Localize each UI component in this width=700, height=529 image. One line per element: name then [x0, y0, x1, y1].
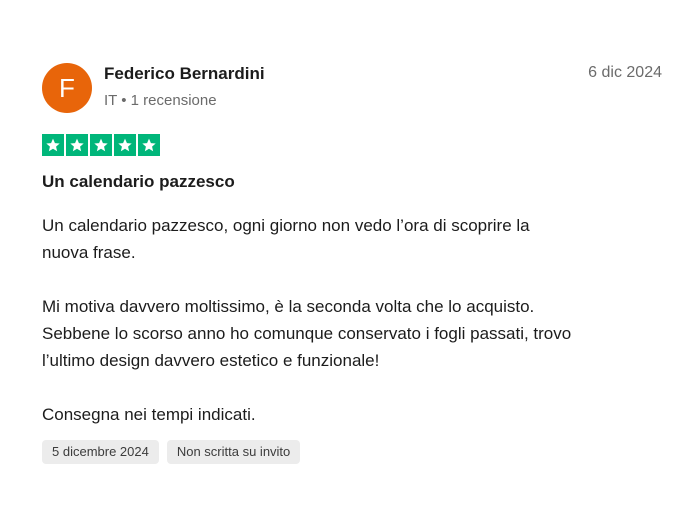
- experience-date-tag: 5 dicembre 2024: [42, 440, 159, 464]
- review-title[interactable]: Un calendario pazzesco: [42, 172, 235, 192]
- review-paragraph: Mi motiva davvero moltissimo, è la secon…: [42, 297, 572, 370]
- meta-separator: •: [121, 92, 127, 109]
- star-icon: [90, 134, 112, 156]
- reviewer-review-count: 1 recensione: [130, 92, 217, 109]
- reviewer-avatar[interactable]: F: [42, 63, 92, 113]
- star-rating: [42, 134, 160, 156]
- review-tags: 5 dicembre 2024 Non scritta su invito: [42, 440, 301, 464]
- star-icon: [42, 134, 64, 156]
- invitation-status-tag[interactable]: Non scritta su invito: [166, 440, 301, 464]
- star-icon: [114, 134, 136, 156]
- avatar-initial: F: [59, 73, 75, 103]
- reviewer-country: IT: [104, 92, 118, 109]
- reviewer-meta: IT • 1 recensione: [104, 92, 217, 109]
- reviewer-name[interactable]: Federico Bernardini: [104, 64, 265, 84]
- review-paragraph: Un calendario pazzesco, ogni giorno non …: [42, 216, 530, 262]
- review-date: 6 dic 2024: [588, 64, 662, 81]
- star-icon: [66, 134, 88, 156]
- star-icon: [138, 134, 160, 156]
- review-body: Un calendario pazzesco, ogni giorno non …: [42, 212, 662, 455]
- review-paragraph: Consegna nei tempi indicati.: [42, 405, 256, 424]
